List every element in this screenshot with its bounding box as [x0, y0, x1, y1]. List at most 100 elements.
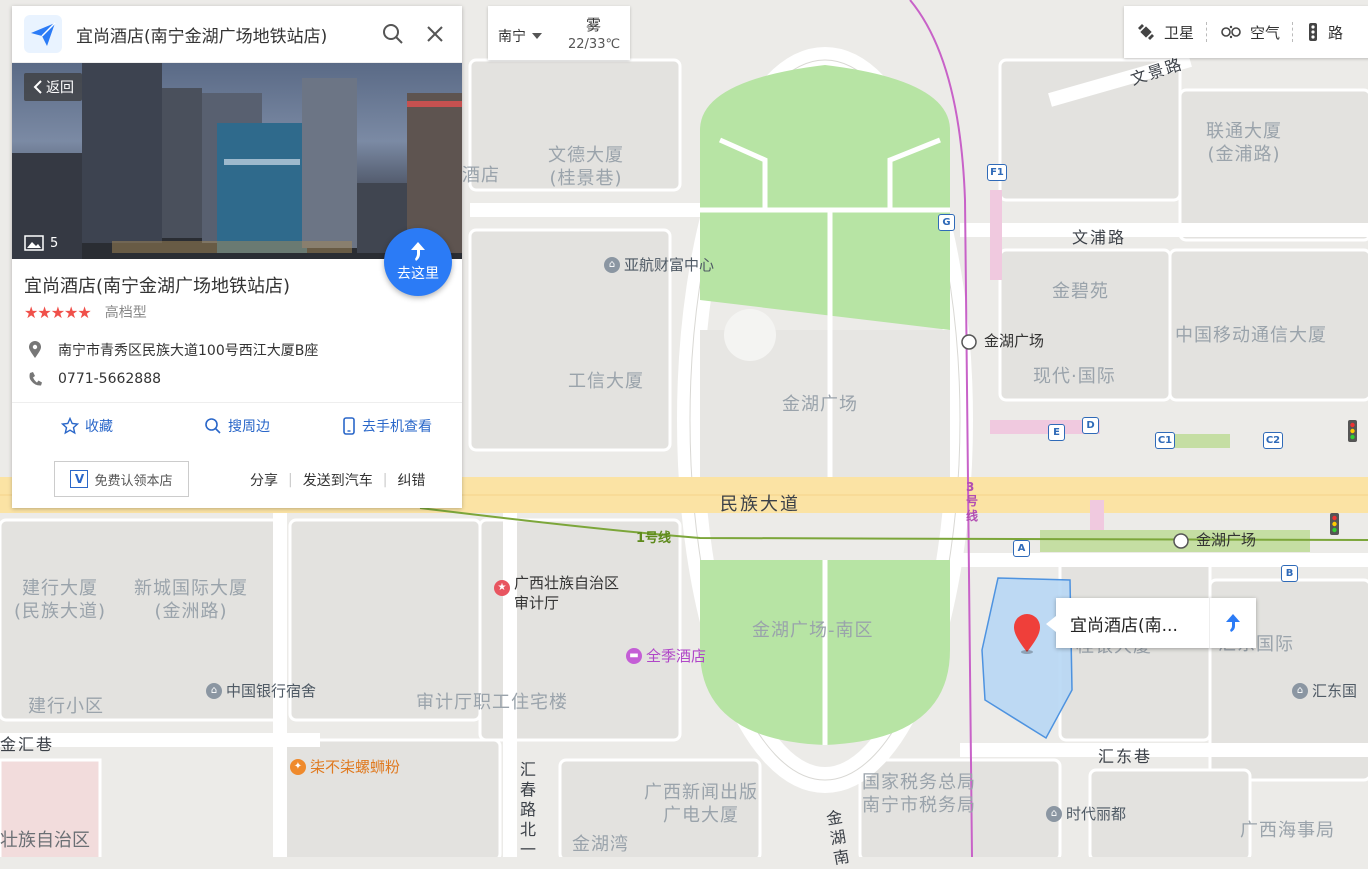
favorite-button[interactable]: 收藏	[12, 416, 162, 436]
location-pin-icon	[29, 341, 41, 358]
exit-badge[interactable]: G	[938, 214, 955, 231]
road-wenpu-label: 文浦路	[1072, 228, 1127, 247]
divider: |	[382, 472, 388, 488]
route-arrow-icon	[411, 242, 425, 261]
building-hotel-left: 酒店	[462, 165, 500, 186]
exit-badge[interactable]: D	[1082, 417, 1099, 434]
traffic-button[interactable]: 路	[1294, 22, 1355, 43]
building-shenjiting: 审计厅职工住宅楼	[416, 692, 568, 713]
exit-badge[interactable]: C1	[1155, 432, 1175, 449]
building-chinamobile: 中国移动通信大厦	[1175, 325, 1327, 346]
poi-shidai[interactable]: ⌂ 时代丽都	[1046, 806, 1126, 822]
station-jinhu-north[interactable]: 金湖广场	[984, 334, 1044, 349]
building-pin-icon: ⌂	[604, 257, 620, 273]
report-error-link[interactable]: 纠错	[397, 470, 425, 490]
send-to-phone-button[interactable]: 去手机查看	[312, 416, 462, 436]
hotel-pin-icon: ▬	[626, 648, 642, 664]
city-selector[interactable]: 南宁	[498, 26, 542, 46]
building-jinbiyuan: 金碧苑	[1052, 281, 1109, 302]
government-pin-icon: ★	[494, 580, 510, 596]
poi-luosifen[interactable]: ✦ 柒不柒螺蛳粉	[290, 759, 400, 775]
road-minzu-label: 民族大道	[720, 494, 800, 515]
poi-huidong[interactable]: ⌂ 汇东国	[1292, 683, 1357, 699]
road-huichun-label: 汇春路北一	[520, 760, 539, 859]
callout-title: 宜尚酒店(南...	[1070, 615, 1178, 636]
poi-quanji[interactable]: ▬ 全季酒店	[626, 648, 706, 664]
send-to-car-link[interactable]: 发送到汽车	[303, 470, 373, 490]
claim-store-button[interactable]: V 免费认领本店	[54, 461, 189, 497]
share-link[interactable]: 分享	[250, 470, 278, 490]
traffic-light-icon	[1309, 23, 1318, 41]
road-huidong-label: 汇东巷	[1098, 747, 1153, 766]
app-logo-icon[interactable]	[24, 15, 62, 53]
air-quality-button[interactable]: 空气	[1208, 22, 1292, 43]
exit-badge[interactable]: F1	[987, 164, 1007, 181]
building-jianxing-xq: 建行小区	[28, 696, 104, 717]
share-links: 分享 | 发送到汽车 | 纠错	[250, 470, 425, 490]
search-input[interactable]: 宜尚酒店(南宁金湖广场地铁站店)	[76, 22, 378, 47]
place-detail-panel: 宜尚酒店(南宁金湖广场地铁站店) 返回 5 去这里 宜尚酒店(南宁金湖广场地铁站…	[12, 6, 462, 508]
exit-badge[interactable]: E	[1048, 424, 1065, 441]
building-jinhuwan: 金湖湾	[572, 834, 629, 855]
poi-yahang[interactable]: ⌂ 亚航财富中心	[604, 257, 714, 273]
go-here-button[interactable]: 去这里	[384, 228, 452, 296]
route-arrow-icon	[1226, 614, 1240, 632]
station-jinhu-south[interactable]: 金湖广场	[1196, 533, 1256, 548]
phone-icon	[29, 372, 42, 386]
metro-line1-label: 1号线	[636, 531, 672, 546]
search-nearby-button[interactable]: 搜周边	[162, 416, 312, 436]
building-liantong: 联通大厦 (金浦路)	[1206, 121, 1282, 166]
search-icon[interactable]	[378, 19, 408, 49]
callout-navigate-button[interactable]	[1209, 598, 1256, 648]
building-jianxing: 建行大厦 (民族大道)	[14, 578, 107, 623]
verified-v-icon: V	[70, 470, 89, 488]
building-guangxi-haishi: 广西海事局	[1240, 820, 1335, 841]
mobile-phone-icon	[343, 417, 355, 435]
building-xincheng: 新城国际大厦 (金洲路)	[134, 578, 248, 623]
phone-row: 0771-5662888	[28, 371, 161, 387]
hotel-photo[interactable]: 返回 5	[12, 63, 462, 259]
building-pin-icon: ⌂	[206, 683, 222, 699]
exit-badge[interactable]: A	[1013, 540, 1030, 557]
building-jinhu-square: 金湖广场	[782, 394, 858, 415]
photo-count[interactable]: 5	[24, 235, 58, 251]
chevron-left-icon	[33, 80, 42, 94]
building-wende: 文德大厦 (桂景巷)	[548, 145, 624, 190]
address-text: 南宁市青秀区民族大道100号西江大厦B座	[58, 343, 319, 359]
back-button[interactable]: 返回	[24, 73, 82, 101]
rating-row: ★★★★★ 高档型	[24, 302, 147, 322]
restaurant-pin-icon: ✦	[290, 759, 306, 775]
building-zizhiqu: 壮族自治区	[0, 830, 90, 851]
metro-line3-label: 3号线	[966, 480, 979, 523]
star-outline-icon	[61, 417, 79, 435]
building-xinwen: 广西新闻出版 广电大厦	[644, 782, 758, 827]
divider: |	[288, 472, 293, 488]
building-pin-icon: ⌂	[1292, 683, 1308, 699]
search-icon	[205, 418, 221, 434]
building-pin-icon: ⌂	[1046, 806, 1062, 822]
road-jinhui-label: 金汇巷	[0, 735, 55, 754]
star-rating: ★★★★★	[24, 302, 92, 322]
search-bar: 宜尚酒店(南宁金湖广场地铁站店)	[12, 6, 462, 63]
close-icon[interactable]	[420, 19, 450, 49]
exit-badge[interactable]: B	[1281, 565, 1298, 582]
poi-shenji[interactable]: ★ 广西壮族自治区 审计厅	[494, 574, 619, 613]
phone-text[interactable]: 0771-5662888	[58, 371, 161, 387]
weather-widget: 南宁 雾 22/33℃	[488, 6, 630, 60]
satellite-icon	[1138, 24, 1154, 40]
place-title: 宜尚酒店(南宁金湖广场地铁站店)	[24, 276, 291, 297]
building-jinhu-south: 金湖广场-南区	[752, 620, 874, 641]
air-icon	[1221, 25, 1241, 39]
poi-boc[interactable]: ⌂ 中国银行宿舍	[206, 683, 316, 699]
hotel-category: 高档型	[104, 305, 147, 321]
weather-temperature: 22/33℃	[568, 37, 621, 52]
building-xiandai: 现代·国际	[1033, 366, 1116, 387]
weather-condition: 雾	[586, 16, 602, 34]
building-guoshui: 国家税务总局 南宁市税务局	[862, 772, 976, 817]
caret-down-icon	[532, 33, 542, 39]
action-bar: 收藏 搜周边 去手机查看	[12, 402, 462, 449]
exit-badge[interactable]: C2	[1263, 432, 1283, 449]
hotel-callout[interactable]: 宜尚酒店(南...	[1046, 598, 1256, 648]
satellite-button[interactable]: 卫星	[1124, 22, 1206, 43]
building-gongxin: 工信大厦	[568, 371, 644, 392]
